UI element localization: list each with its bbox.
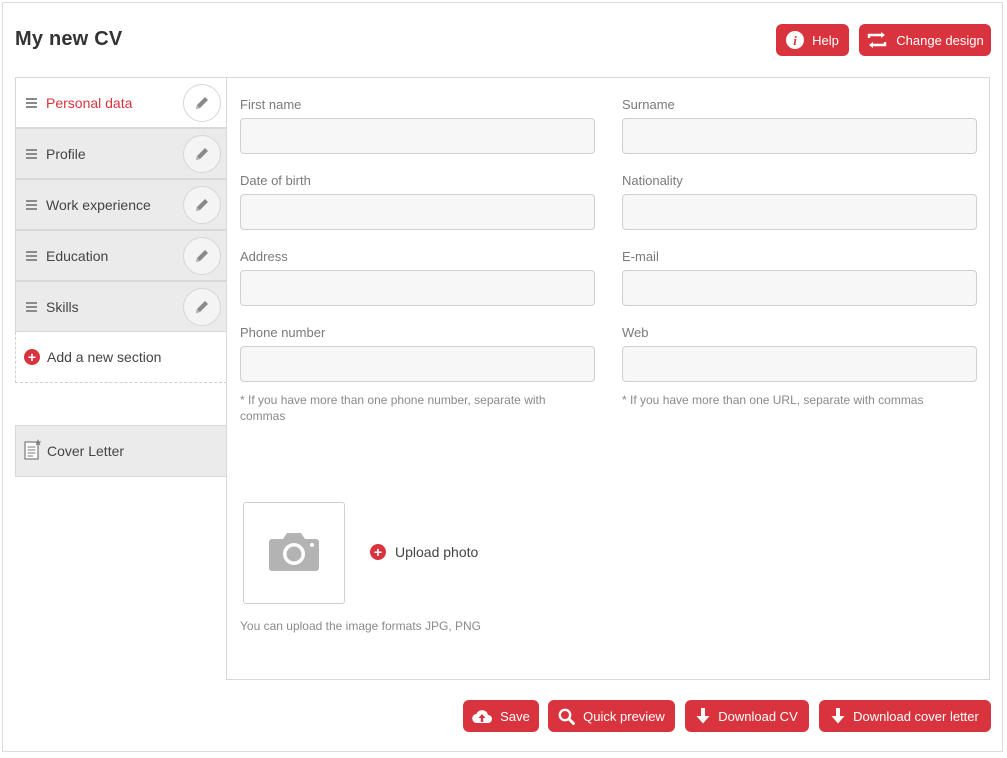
sidebar-item-label: Personal data bbox=[46, 95, 133, 111]
svg-text:i: i bbox=[793, 33, 797, 48]
document-icon bbox=[24, 439, 42, 466]
save-label: Save bbox=[500, 708, 530, 724]
cover-letter-label: Cover Letter bbox=[47, 443, 125, 459]
download-icon bbox=[831, 708, 845, 724]
add-section-button[interactable]: + Add a new section bbox=[15, 332, 227, 383]
photo-formats-hint: You can upload the image formats JPG, PN… bbox=[240, 619, 482, 633]
web-label: Web bbox=[622, 325, 649, 340]
download-icon bbox=[696, 708, 710, 724]
swap-icon bbox=[866, 32, 888, 48]
drag-handle-icon[interactable] bbox=[26, 149, 37, 159]
address-field[interactable] bbox=[240, 270, 595, 306]
sidebar-item-profile[interactable]: Profile bbox=[15, 128, 227, 179]
plus-icon: + bbox=[370, 544, 386, 560]
download-cover-letter-button[interactable]: Download cover letter bbox=[819, 700, 991, 732]
help-button[interactable]: i Help bbox=[776, 24, 849, 56]
info-icon: i bbox=[786, 31, 805, 49]
save-button[interactable]: Save bbox=[463, 700, 539, 732]
address-label: Address bbox=[240, 249, 288, 264]
change-design-label: Change design bbox=[896, 32, 984, 48]
sidebar-item-label: Work experience bbox=[46, 197, 151, 213]
first-name-label: First name bbox=[240, 97, 302, 112]
quick-preview-label: Quick preview bbox=[583, 708, 665, 724]
add-section-label: Add a new section bbox=[47, 349, 162, 365]
phone-number-hint: * If you have more than one phone number… bbox=[240, 393, 546, 423]
pencil-icon[interactable] bbox=[183, 288, 221, 326]
change-design-button[interactable]: Change design bbox=[859, 24, 991, 56]
search-icon bbox=[558, 708, 576, 725]
sidebar-item-personal-data[interactable]: Personal data bbox=[15, 77, 227, 128]
photo-placeholder[interactable] bbox=[243, 502, 345, 604]
upload-photo-label: Upload photo bbox=[395, 544, 479, 560]
quick-preview-button[interactable]: Quick preview bbox=[548, 700, 675, 732]
web-field[interactable] bbox=[622, 346, 977, 382]
surname-field[interactable] bbox=[622, 118, 977, 154]
drag-handle-icon[interactable] bbox=[26, 200, 37, 210]
download-cv-button[interactable]: Download CV bbox=[685, 700, 809, 732]
nationality-label: Nationality bbox=[622, 173, 683, 188]
nationality-field[interactable] bbox=[622, 194, 977, 230]
web-hint: * If you have more than one URL, separat… bbox=[622, 393, 924, 407]
sidebar-item-education[interactable]: Education bbox=[15, 230, 227, 281]
sidebar-item-cover-letter[interactable]: Cover Letter bbox=[15, 425, 227, 477]
email-field[interactable] bbox=[622, 270, 977, 306]
pencil-icon[interactable] bbox=[183, 135, 221, 173]
date-of-birth-field[interactable] bbox=[240, 194, 595, 230]
pencil-icon[interactable] bbox=[183, 84, 221, 122]
plus-icon: + bbox=[24, 349, 40, 365]
sidebar-item-label: Skills bbox=[46, 299, 79, 315]
help-label: Help bbox=[812, 32, 839, 48]
download-cv-label: Download CV bbox=[718, 708, 798, 724]
drag-handle-icon[interactable] bbox=[26, 302, 37, 312]
phone-number-label: Phone number bbox=[240, 325, 326, 340]
sidebar-item-work-experience[interactable]: Work experience bbox=[15, 179, 227, 230]
cloud-upload-icon bbox=[472, 709, 493, 723]
sidebar-item-skills[interactable]: Skills bbox=[15, 281, 227, 332]
pencil-icon[interactable] bbox=[183, 237, 221, 275]
sidebar-item-label: Education bbox=[46, 248, 109, 264]
drag-handle-icon[interactable] bbox=[26, 251, 37, 261]
personal-data-form: First name Surname Date of birth Nationa… bbox=[226, 77, 990, 680]
page-title: My new CV bbox=[15, 28, 123, 50]
download-cover-letter-label: Download cover letter bbox=[853, 708, 979, 724]
first-name-field[interactable] bbox=[240, 118, 595, 154]
date-of-birth-label: Date of birth bbox=[240, 173, 311, 188]
email-label: E-mail bbox=[622, 249, 659, 264]
surname-label: Surname bbox=[622, 97, 675, 112]
camera-icon bbox=[268, 530, 320, 577]
sidebar-item-label: Profile bbox=[46, 146, 86, 162]
upload-photo-button[interactable]: + Upload photo bbox=[370, 544, 478, 560]
phone-number-field[interactable] bbox=[240, 346, 595, 382]
drag-handle-icon[interactable] bbox=[26, 98, 37, 108]
pencil-icon[interactable] bbox=[183, 186, 221, 224]
